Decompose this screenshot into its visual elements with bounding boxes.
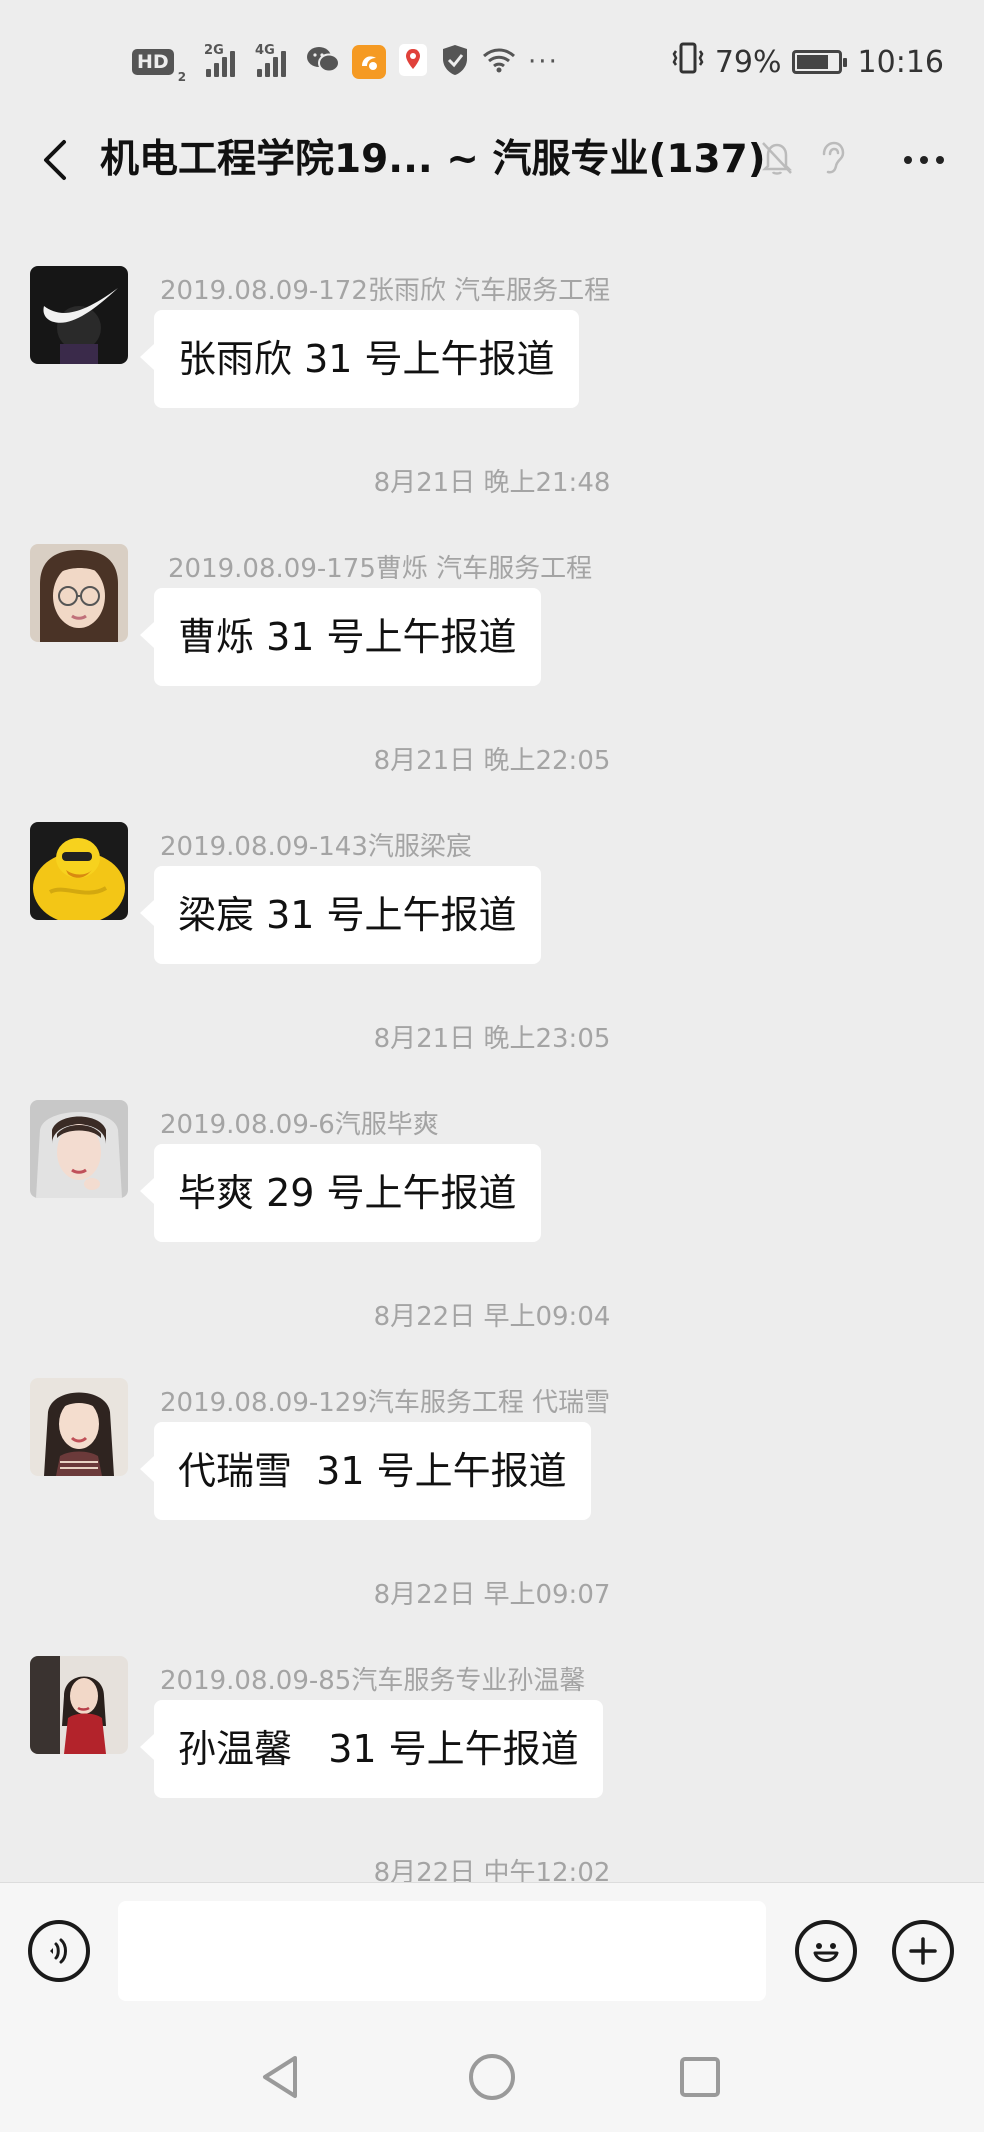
message-bubble[interactable]: 梁宸 31 号上午报道: [140, 866, 541, 964]
timestamp: 8月21日 晚上22:05: [373, 746, 611, 776]
system-navigation-bar: [0, 2022, 984, 2132]
timestamp: 8月21日 晚上23:05: [373, 1024, 611, 1054]
shield-icon: [440, 43, 470, 81]
wifi-icon: [482, 46, 516, 78]
message-bubble[interactable]: 毕爽 29 号上午报道: [140, 1144, 541, 1242]
signal-4g-icon: 4G: [255, 43, 287, 77]
nav-recents-button[interactable]: [665, 2042, 735, 2112]
chat-title[interactable]: 机电工程学院19... ~ 汽服专业(137): [100, 132, 766, 188]
wechat-icon: [306, 45, 341, 79]
more-icon: [904, 156, 912, 164]
message-input[interactable]: [118, 1901, 766, 2001]
clock: 10:16: [857, 44, 944, 80]
sender-name: 2019.08.09-175曹烁 汽车服务工程: [168, 554, 593, 584]
avatar-yellow-duck[interactable]: [30, 822, 128, 920]
circle-home-icon: [469, 2054, 515, 2100]
emoji-icon: [813, 1943, 839, 1962]
sender-name: 2019.08.09-143汽服梁宸: [160, 832, 472, 862]
hd-voice-sub: 2: [177, 70, 187, 84]
signal-2g-icon: 2G: [204, 43, 236, 77]
message-bubble[interactable]: 张雨欣 31 号上午报道: [140, 310, 579, 408]
sender-name: 2019.08.09-129汽车服务工程 代瑞雪: [160, 1388, 611, 1418]
avatar-nike[interactable]: [30, 266, 128, 364]
timestamp: 8月22日 中午12:02: [373, 1858, 611, 1882]
more-notifications-icon: ···: [528, 47, 559, 77]
sender-name: 2019.08.09-85汽车服务专业孙温馨: [160, 1666, 586, 1696]
sender-name: 2019.08.09-6汽服毕爽: [160, 1110, 439, 1140]
timestamp: 8月22日 早上09:04: [373, 1302, 611, 1332]
avatar-veil-girl[interactable]: [30, 1100, 128, 1198]
location-pin-icon: [398, 43, 428, 81]
nav-home-button[interactable]: [457, 2042, 527, 2112]
avatar-long-hair-girl[interactable]: [30, 1378, 128, 1476]
message-list[interactable]: 2019.08.09-172张雨欣 汽车服务工程 张雨欣 31 号上午报道 8月…: [0, 240, 984, 1882]
vibrate-icon: [671, 41, 705, 83]
title-status-icons: [760, 134, 846, 186]
status-bar-right: 79% 10:16: [671, 40, 944, 84]
square-recents-icon: [680, 2057, 720, 2097]
signal-4g-label: 4G: [255, 43, 275, 58]
battery-percent: 79%: [714, 44, 782, 80]
voice-input-button[interactable]: [28, 1920, 90, 1982]
timestamp: 8月21日 晚上21:48: [373, 468, 611, 498]
timestamp: 8月22日 早上09:07: [373, 1580, 611, 1610]
sender-name: 2019.08.09-172张雨欣 汽车服务工程: [160, 276, 611, 306]
input-bar: [0, 1882, 984, 2023]
message-bubble[interactable]: 曹烁 31 号上午报道: [140, 588, 541, 686]
voice-icon: [50, 1938, 67, 1964]
message-bubble[interactable]: 代瑞雪 31 号上午报道: [140, 1422, 591, 1520]
back-icon: [44, 140, 66, 180]
more-functions-button[interactable]: [892, 1920, 954, 1982]
earpiece-icon: [816, 140, 846, 180]
plus-icon: [909, 1937, 937, 1965]
hd-voice-badge: HD: [132, 49, 174, 75]
emoji-button[interactable]: [795, 1920, 857, 1982]
avatar-glasses-girl[interactable]: [30, 544, 128, 642]
mute-icon: [760, 140, 794, 180]
triangle-back-icon: [263, 2056, 297, 2098]
uc-browser-icon: [352, 45, 387, 79]
message-bubble[interactable]: 孙温馨 31 号上午报道: [140, 1700, 603, 1798]
avatar-red-dress-girl[interactable]: [30, 1656, 128, 1754]
battery-icon: [791, 50, 847, 74]
status-bar: HD 2 2G 4G ··· 79% 10:16: [0, 0, 984, 120]
status-bar-left: HD 2 2G 4G ···: [132, 40, 559, 84]
nav-back-button[interactable]: [245, 2042, 315, 2112]
more-button[interactable]: [894, 134, 954, 186]
battery-level-fill: [796, 55, 829, 69]
back-button[interactable]: [22, 120, 86, 200]
signal-2g-label: 2G: [204, 43, 224, 58]
